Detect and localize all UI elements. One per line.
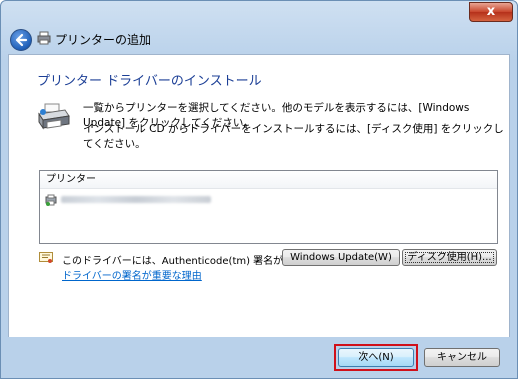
windows-update-button[interactable]: Windows Update(W): [282, 249, 400, 266]
add-printer-window: x プリンターの追加 プリンター ドライバーのインストール 一覧からプリンターを…: [0, 0, 518, 379]
description-line-2: インストール CD からドライバーをインストールするには、[ディスク使用] をク…: [83, 123, 504, 150]
printer-listbox[interactable]: プリンター: [39, 170, 498, 244]
printer-icon: [45, 194, 57, 206]
have-disk-button[interactable]: ディスク使用(H)...: [402, 249, 497, 266]
printer-name-redacted: [61, 196, 211, 203]
back-button[interactable]: [10, 29, 32, 51]
list-item[interactable]: [45, 193, 215, 207]
next-button[interactable]: 次へ(N): [338, 348, 414, 367]
list-column-header[interactable]: プリンター: [40, 171, 497, 189]
page-heading: プリンター ドライバーのインストール: [37, 74, 262, 89]
signature-info-link[interactable]: ドライバーの署名が重要な理由: [62, 267, 202, 282]
certificate-icon: [39, 252, 53, 263]
printer-icon: [37, 31, 51, 45]
wizard-content: プリンター ドライバーのインストール 一覧からプリンターを選択してください。他の…: [8, 54, 510, 337]
close-button[interactable]: x: [469, 2, 513, 22]
window-title: プリンターの追加: [55, 33, 152, 47]
printer-icon: [38, 103, 70, 130]
arrow-left-icon: [15, 33, 28, 47]
cancel-button[interactable]: キャンセル: [424, 348, 500, 367]
